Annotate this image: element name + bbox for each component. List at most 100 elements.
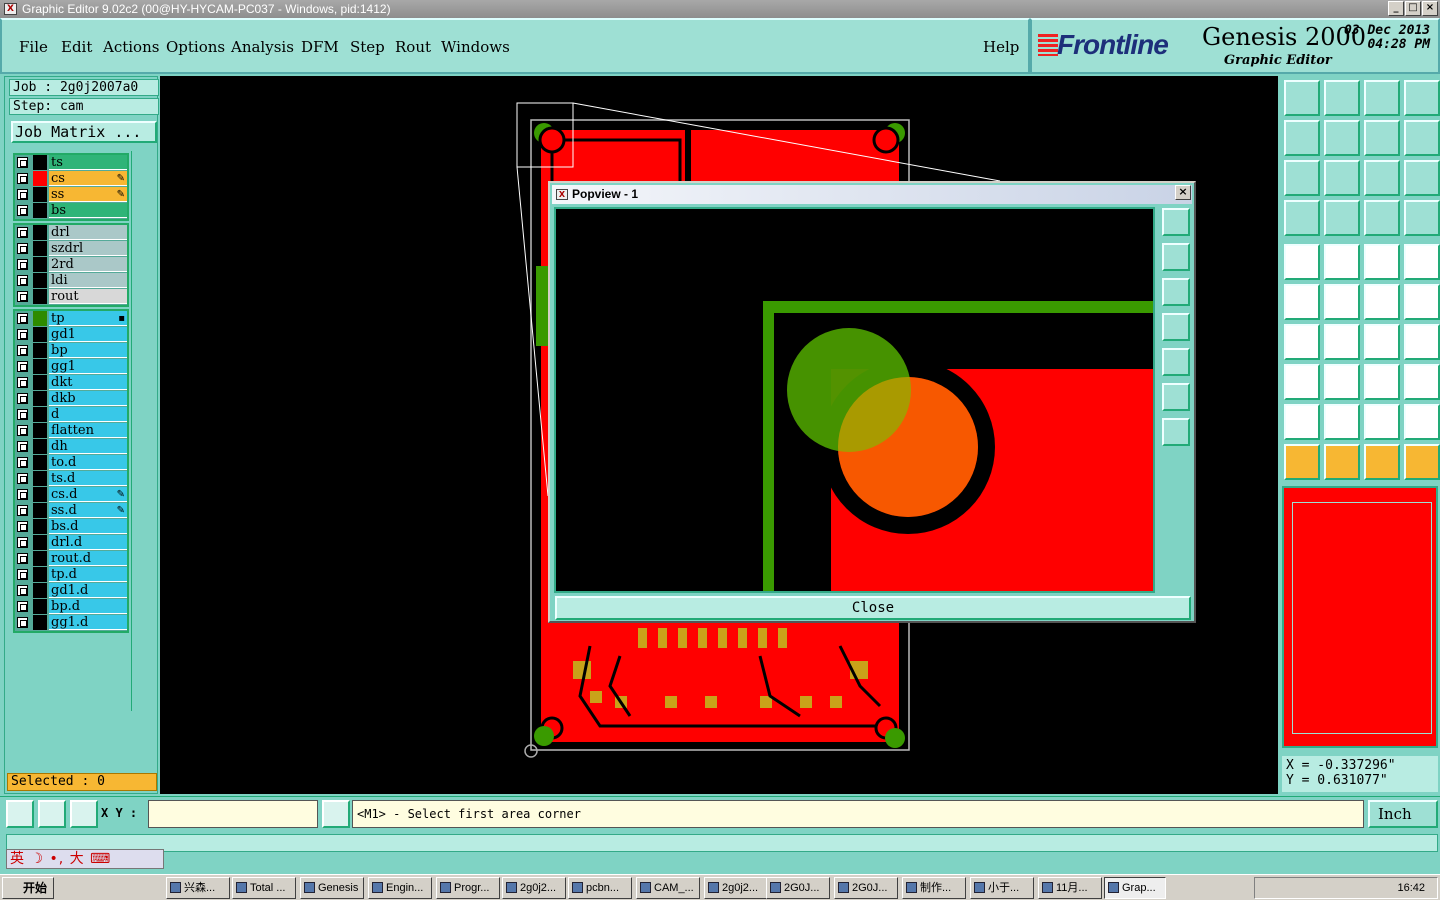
- layer-row[interactable]: bp: [15, 343, 127, 359]
- layer-name[interactable]: drl: [49, 225, 127, 240]
- arc-tool-icon[interactable]: [1364, 324, 1400, 360]
- ime-toolbar[interactable]: 英 ☽ •, 大 ⌨: [6, 849, 164, 869]
- layer-name[interactable]: dkb: [49, 391, 127, 406]
- layer-display-swatch[interactable]: [33, 289, 47, 304]
- node-tool-icon[interactable]: [1284, 364, 1320, 400]
- layer-name[interactable]: ldi: [49, 273, 127, 288]
- menu-windows[interactable]: Windows: [441, 38, 510, 56]
- layer-checkbox[interactable]: [17, 377, 28, 388]
- layer-display-swatch[interactable]: [33, 391, 47, 406]
- layer-checkbox[interactable]: [17, 553, 28, 564]
- layer-checkbox[interactable]: [17, 313, 28, 324]
- menu-help[interactable]: Help: [983, 38, 1019, 56]
- ruler-tool-icon[interactable]: [1364, 244, 1400, 280]
- layer-name[interactable]: bp.d: [49, 599, 127, 614]
- layer-display-swatch[interactable]: [33, 225, 47, 240]
- layer-row[interactable]: flatten: [15, 423, 127, 439]
- line-edit-tool-icon[interactable]: [1324, 324, 1360, 360]
- layer-row[interactable]: ts: [15, 155, 127, 171]
- layer-row[interactable]: ts.d: [15, 471, 127, 487]
- layer-name[interactable]: bs: [49, 203, 127, 218]
- taskbar-item[interactable]: 小于...: [970, 877, 1034, 899]
- zoom-center-tool-icon[interactable]: [1324, 160, 1360, 196]
- layer-display-swatch[interactable]: [33, 503, 47, 518]
- layer-checkbox[interactable]: [17, 489, 28, 500]
- popview-tool-3-icon[interactable]: [1162, 278, 1190, 306]
- layer-checkbox[interactable]: [17, 361, 28, 372]
- taskbar-item[interactable]: 制作...: [902, 877, 966, 899]
- layer-checkbox[interactable]: [17, 585, 28, 596]
- cut-tool-icon[interactable]: [1324, 364, 1360, 400]
- layer-name[interactable]: flatten: [49, 423, 127, 438]
- layer-name[interactable]: rout: [49, 289, 127, 304]
- layer-row[interactable]: tp ▪: [15, 311, 127, 327]
- layer-row[interactable]: gg1.d: [15, 615, 127, 631]
- taskbar-item[interactable]: CAM_...: [636, 877, 700, 899]
- popview-canvas[interactable]: [554, 207, 1161, 596]
- layer-name[interactable]: gg1: [49, 359, 127, 374]
- layer-name[interactable]: tp: [49, 311, 127, 326]
- overview-map[interactable]: [1282, 486, 1438, 748]
- layer-row[interactable]: ss.d ✎: [15, 503, 127, 519]
- layer-display-swatch[interactable]: [33, 359, 47, 374]
- pointer-tool-icon[interactable]: [1284, 444, 1320, 480]
- layer-row[interactable]: bs: [15, 203, 127, 219]
- layer-checkbox[interactable]: [17, 521, 28, 532]
- close-window-button[interactable]: ×: [1422, 1, 1438, 16]
- layer-checkbox[interactable]: [17, 393, 28, 404]
- layer-name[interactable]: szdrl: [49, 241, 127, 256]
- layer-display-swatch[interactable]: [33, 375, 47, 390]
- layer-checkbox[interactable]: [17, 425, 28, 436]
- layer-name[interactable]: cs: [49, 171, 127, 186]
- pick-tool-icon[interactable]: [1364, 444, 1400, 480]
- layer-checkbox[interactable]: [17, 243, 28, 254]
- feature-copy-tool-icon[interactable]: [1404, 284, 1440, 320]
- triangle-b-tool-icon[interactable]: [1324, 404, 1360, 440]
- layer-color-a-tool-icon[interactable]: [1364, 200, 1400, 236]
- layer-name[interactable]: d: [49, 407, 127, 422]
- layer-display-swatch[interactable]: [33, 471, 47, 486]
- layer-display-swatch[interactable]: [33, 423, 47, 438]
- rotate-tool-icon[interactable]: [1364, 120, 1400, 156]
- popview-tool-5-icon[interactable]: [1162, 348, 1190, 376]
- circle-tool-icon[interactable]: [1404, 244, 1440, 280]
- layer-row[interactable]: cs.d ✎: [15, 487, 127, 503]
- layer-checkbox[interactable]: [17, 189, 28, 200]
- layer-display-swatch[interactable]: [33, 439, 47, 454]
- select-tool-icon[interactable]: [1324, 444, 1360, 480]
- layer-row[interactable]: gd1: [15, 327, 127, 343]
- taskbar-item[interactable]: 2G0J...: [834, 877, 898, 899]
- layer-display-swatch[interactable]: [33, 567, 47, 582]
- layer-row[interactable]: bs.d: [15, 519, 127, 535]
- minimize-button[interactable]: _: [1388, 1, 1404, 16]
- popview-tool-1-icon[interactable]: [1162, 208, 1190, 236]
- layer-display-swatch[interactable]: [33, 487, 47, 502]
- layer-checkbox[interactable]: [17, 173, 28, 184]
- layer-name[interactable]: rout.d: [49, 551, 127, 566]
- pan-left-tool-icon[interactable]: [1284, 120, 1320, 156]
- taskbar-item[interactable]: Grap...: [1104, 877, 1166, 899]
- split-view-tool-icon[interactable]: [1404, 80, 1440, 116]
- taskbar-item[interactable]: 2g0j2...: [704, 877, 768, 899]
- bottom-layer-tool-icon[interactable]: [1324, 80, 1360, 116]
- layer-display-swatch[interactable]: [33, 171, 47, 186]
- layer-checkbox[interactable]: [17, 259, 28, 270]
- layer-row[interactable]: ldi: [15, 273, 127, 289]
- feature-move-tool-icon[interactable]: [1364, 284, 1400, 320]
- snap-tool-icon[interactable]: [1284, 200, 1320, 236]
- layer-display-swatch[interactable]: [33, 583, 47, 598]
- info-icon[interactable]: [322, 800, 350, 828]
- taskbar-item[interactable]: pcbn...: [568, 877, 632, 899]
- layer-name[interactable]: to.d: [49, 455, 127, 470]
- delete-tool-icon[interactable]: [1324, 284, 1360, 320]
- layer-display-swatch[interactable]: [33, 327, 47, 342]
- layer-scrollbar[interactable]: [131, 151, 157, 711]
- layer-name[interactable]: gd1.d: [49, 583, 127, 598]
- layer-row[interactable]: ss ✎: [15, 187, 127, 203]
- layer-display-swatch[interactable]: [33, 519, 47, 534]
- popview-tool-4-icon[interactable]: [1162, 313, 1190, 341]
- layer-row[interactable]: rout: [15, 289, 127, 305]
- menu-actions[interactable]: Actions: [103, 38, 159, 56]
- pad-tool-icon[interactable]: [1284, 244, 1320, 280]
- layer-name[interactable]: dh: [49, 439, 127, 454]
